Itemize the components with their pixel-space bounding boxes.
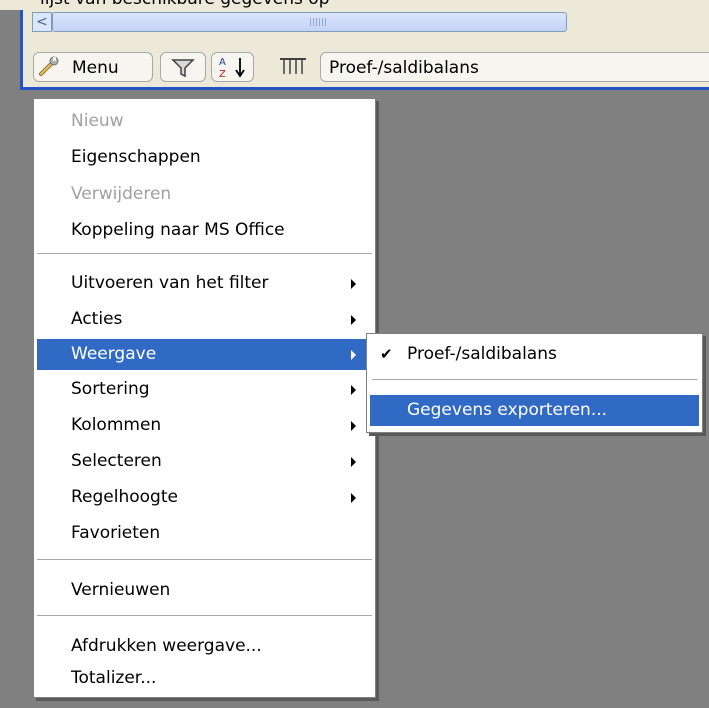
menu-button[interactable]: Menu xyxy=(33,52,153,82)
menu-item-uitvoeren-filter[interactable]: Uitvoeren van het filter xyxy=(37,268,372,299)
menu-separator xyxy=(37,559,372,560)
menu-button-label: Menu xyxy=(72,58,119,78)
menu-item-weergave[interactable]: Weergave xyxy=(37,339,372,370)
svg-text:Z: Z xyxy=(219,69,226,80)
menu-item-acties[interactable]: Acties xyxy=(37,304,372,335)
submenu-arrow-icon xyxy=(351,279,356,289)
scrollbar-grip-icon xyxy=(310,18,328,26)
menu-item-nieuw: Nieuw xyxy=(71,111,124,131)
top-strip: lijst van beschikbare gegevens op xyxy=(0,0,709,10)
menu-item-regelhoogte[interactable]: Regelhoogte xyxy=(37,482,372,513)
context-menu: Nieuw Eigenschappen Verwijderen Koppelin… xyxy=(33,98,376,698)
menu-item-selecteren[interactable]: Selecteren xyxy=(37,446,372,477)
submenu-arrow-icon xyxy=(351,421,356,431)
menu-separator xyxy=(37,253,372,254)
sort-button[interactable]: A Z xyxy=(211,52,254,82)
columns-button[interactable] xyxy=(275,52,311,82)
filter-button[interactable] xyxy=(160,52,206,82)
submenu-item-proef-saldibalans[interactable]: ✔ Proef-/saldibalans xyxy=(370,339,699,370)
submenu-arrow-icon xyxy=(351,457,356,467)
az-sort-icon: A Z xyxy=(219,57,245,80)
menu-item-afdrukken-weergave[interactable]: Afdrukken weergave... xyxy=(37,631,372,662)
cropped-header-text: lijst van beschikbare gegevens op xyxy=(40,0,329,8)
menu-item-eigenschappen[interactable]: Eigenschappen xyxy=(37,142,372,173)
submenu-arrow-icon xyxy=(351,315,356,325)
funnel-icon xyxy=(171,59,195,78)
submenu-arrow-icon xyxy=(351,385,356,395)
weergave-submenu: ✔ Proef-/saldibalans Gegevens exporteren… xyxy=(366,333,703,433)
menu-item-sortering[interactable]: Sortering xyxy=(37,374,372,405)
submenu-arrow-icon xyxy=(351,493,356,503)
wrench-icon xyxy=(39,56,59,76)
menu-separator xyxy=(37,615,372,616)
submenu-item-gegevens-exporteren[interactable]: Gegevens exporteren... xyxy=(370,395,699,426)
svg-text:A: A xyxy=(219,57,226,68)
columns-icon xyxy=(280,58,306,74)
checkmark-icon: ✔ xyxy=(380,345,393,363)
menu-item-verwijderen: Verwijderen xyxy=(71,184,172,204)
menu-item-totalizer[interactable]: Totalizer... xyxy=(37,663,372,694)
view-name-field[interactable]: Proef-/saldibalans xyxy=(320,52,709,82)
menu-item-favorieten[interactable]: Favorieten xyxy=(37,518,372,549)
scroll-left-button[interactable]: < xyxy=(32,12,52,32)
submenu-arrow-icon xyxy=(351,350,356,360)
menu-item-vernieuwen[interactable]: Vernieuwen xyxy=(37,575,372,606)
menu-item-koppeling-ms-office[interactable]: Koppeling naar MS Office xyxy=(37,215,372,246)
submenu-separator xyxy=(372,379,697,380)
view-name-text: Proef-/saldibalans xyxy=(329,58,479,78)
menu-item-kolommen[interactable]: Kolommen xyxy=(37,410,372,441)
